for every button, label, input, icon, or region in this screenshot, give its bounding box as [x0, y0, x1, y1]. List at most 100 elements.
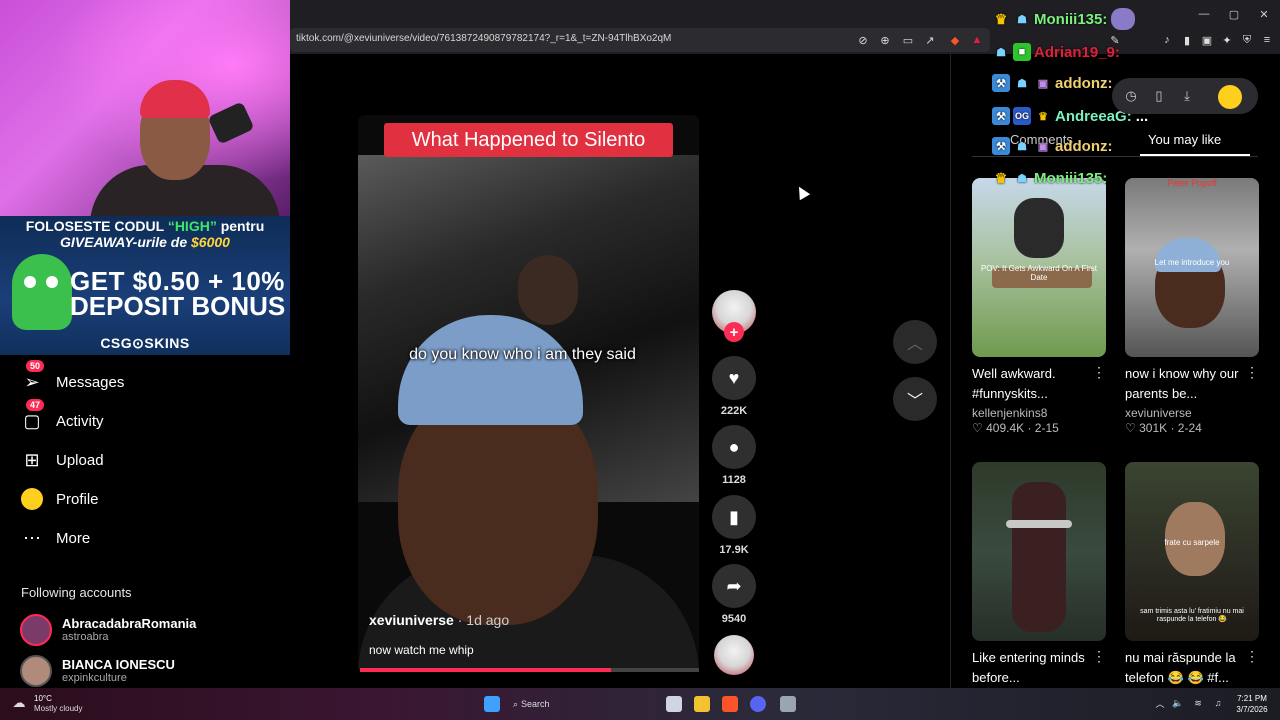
video-author[interactable]: xeviuniverse · 1d ago — [369, 612, 509, 628]
video-thumbnail[interactable]: frate cu sarpele sam trimis asta lu' fra… — [1125, 462, 1259, 641]
sidebar-item-upload[interactable]: ⊞ Upload — [20, 448, 103, 472]
taskbar-search[interactable]: ⌕ Search — [513, 695, 573, 713]
sidebar-item-more[interactable]: ⋯ More — [20, 526, 90, 550]
video-thumbnail[interactable]: Peter Popoff Let me introduce you — [1125, 178, 1259, 357]
heart-icon[interactable]: ♥ — [712, 356, 756, 400]
card-author[interactable]: xeviuniverse — [1125, 406, 1259, 420]
thumbnail-subtext: sam trimis asta lu' fratimiu nu mai rasp… — [1140, 608, 1244, 623]
share-action[interactable]: ➦ 9540 — [712, 564, 756, 625]
music-icon[interactable]: ♪ — [1160, 33, 1174, 47]
sound-avatar[interactable] — [714, 635, 754, 675]
cast-icon[interactable]: ▭ — [901, 33, 915, 47]
ai-icon[interactable]: ✦ — [1220, 33, 1234, 47]
phone-icon[interactable]: ▯ — [1150, 87, 1168, 105]
chat-username: Adrian19_9: — [1034, 43, 1120, 61]
avatar — [20, 655, 52, 687]
plus-square-icon: ⊞ — [24, 449, 40, 470]
file-explorer-icon[interactable] — [694, 696, 710, 712]
minimize-button[interactable]: — — [1194, 6, 1214, 22]
clock-date[interactable]: 3/7/2026 — [1232, 705, 1272, 714]
video-thumbnail[interactable]: POV: It Gets Awkward On A First Date — [972, 178, 1106, 357]
sidebar-item-activity[interactable]: ▢ 47 Activity — [20, 399, 104, 433]
maximize-button[interactable]: ▢ — [1224, 6, 1244, 22]
robot-icon: ☗ — [996, 46, 1006, 59]
account-handle: expinkculture — [62, 672, 127, 684]
rewards-icon[interactable]: ▲ — [970, 33, 984, 47]
chat-message: ☗ ■ Adrian19_9: — [992, 41, 1120, 63]
brave-shield-icon[interactable]: ◆ — [948, 33, 962, 47]
sidebar-item-messages[interactable]: ➢ 50 Messages — [20, 360, 124, 394]
og-badge-icon: OG — [1013, 107, 1031, 125]
close-button[interactable]: ✕ — [1254, 6, 1274, 22]
chevron-up-icon[interactable]: ︿ — [893, 320, 937, 364]
network-icon[interactable]: ≋ — [1192, 697, 1204, 709]
recommended-video-card[interactable]: Peter Popoff Let me introduce you ⋮ now … — [1125, 178, 1259, 435]
recommended-video-card[interactable]: POV: It Gets Awkward On A First Date ⋮ W… — [972, 178, 1106, 435]
share-icon[interactable]: ↗ — [923, 33, 937, 47]
card-title[interactable]: now i know why our parents be... — [1125, 364, 1245, 404]
task-view-icon[interactable] — [666, 696, 682, 712]
more-options-icon[interactable]: ⋮ — [1092, 648, 1106, 665]
robot-icon: ☗ — [1017, 13, 1027, 26]
bookmark-icon[interactable]: ▮ — [712, 495, 756, 539]
card-stats: ♡ 409.4K · 2-15 — [972, 421, 1059, 435]
comment-action[interactable]: ● 1128 — [712, 425, 756, 486]
download-icon[interactable]: ⤓ — [1178, 87, 1196, 105]
chat-username: Moniii135: — [1034, 10, 1108, 28]
post-age: · 1d ago — [453, 612, 510, 628]
sidebar-icon[interactable]: ▮ — [1180, 33, 1194, 47]
recommended-video-card[interactable]: ⋮ Like entering minds before... — [972, 462, 1106, 688]
author-name[interactable]: xeviuniverse — [369, 612, 454, 628]
menu-icon[interactable]: ≡ — [1260, 33, 1274, 47]
taskbar — [0, 688, 1280, 720]
url-text[interactable]: tiktok.com/@xeviuniverse/video/761387249… — [296, 33, 671, 44]
more-options-icon[interactable]: ⋮ — [1245, 364, 1259, 381]
like-action[interactable]: ♥ 222K — [712, 356, 756, 417]
chat-message: ♛ ☗ Moniii135: — [992, 167, 1108, 189]
card-author[interactable]: kellenjenkins8 — [972, 406, 1106, 420]
weather-desc[interactable]: Mostly cloudy — [34, 704, 82, 713]
card-title[interactable]: nu mai răspunde la telefon 😂 😂 #f... — [1125, 648, 1245, 688]
vpn-icon[interactable]: ⛨ — [1240, 33, 1254, 47]
sub-badge-icon: ■ — [1013, 43, 1031, 61]
crown-icon: ♛ — [994, 169, 1008, 186]
recommended-video-card[interactable]: frate cu sarpele sam trimis asta lu' fra… — [1125, 462, 1259, 688]
more-options-icon[interactable]: ⋮ — [1092, 364, 1106, 381]
wallet-icon[interactable]: ▣ — [1200, 33, 1214, 47]
sidebar-item-profile[interactable]: Profile — [20, 487, 99, 511]
user-avatar[interactable] — [1218, 85, 1242, 109]
chevron-down-icon[interactable]: ﹀ — [893, 377, 937, 421]
discord-icon[interactable] — [750, 696, 766, 712]
follow-button[interactable]: + — [724, 322, 744, 342]
tray-chevron-icon[interactable]: ︿ — [1154, 697, 1166, 709]
save-count: 17.9K — [719, 544, 749, 556]
share-arrow-icon[interactable]: ➦ — [712, 564, 756, 608]
video-player[interactable] — [358, 115, 699, 672]
card-title[interactable]: Well awkward. #funnyskits... — [972, 364, 1092, 404]
volume-icon[interactable]: 🔈 — [1172, 697, 1184, 709]
following-account[interactable]: AbracadabraRomania astroabra — [20, 614, 196, 646]
more-options-icon[interactable]: ⋮ — [1245, 648, 1259, 665]
following-account[interactable]: BIANCA IONESCU expinkculture — [20, 655, 175, 687]
video-progress[interactable] — [360, 668, 699, 672]
card-stats: ♡ 301K · 2-24 — [1125, 421, 1202, 435]
comment-icon[interactable]: ● — [712, 425, 756, 469]
speaker-icon[interactable]: ♫ — [1212, 697, 1224, 709]
zoom-icon[interactable]: ⊕ — [878, 33, 892, 47]
sidebar-item-label: Activity — [56, 412, 104, 430]
save-action[interactable]: ▮ 17.9K — [712, 495, 756, 556]
card-title[interactable]: Like entering minds before... — [972, 648, 1092, 688]
video-thumbnail[interactable] — [972, 462, 1106, 641]
weather-temp[interactable]: 10°C — [34, 694, 52, 703]
clock-icon[interactable]: ◷ — [1122, 87, 1140, 105]
clock-time[interactable]: 7:21 PM — [1232, 694, 1272, 703]
account-name: AbracadabraRomania — [62, 616, 197, 631]
tab-you-may-like[interactable]: You may like — [1148, 132, 1221, 147]
start-icon[interactable] — [484, 696, 500, 712]
calculator-icon[interactable] — [780, 696, 796, 712]
brave-icon[interactable] — [722, 696, 738, 712]
weather-icon[interactable]: ☁ — [10, 694, 28, 712]
robot-icon: ☗ — [1017, 140, 1027, 153]
mouse-cursor — [793, 183, 811, 201]
mute-icon[interactable]: ⊘ — [856, 33, 870, 47]
